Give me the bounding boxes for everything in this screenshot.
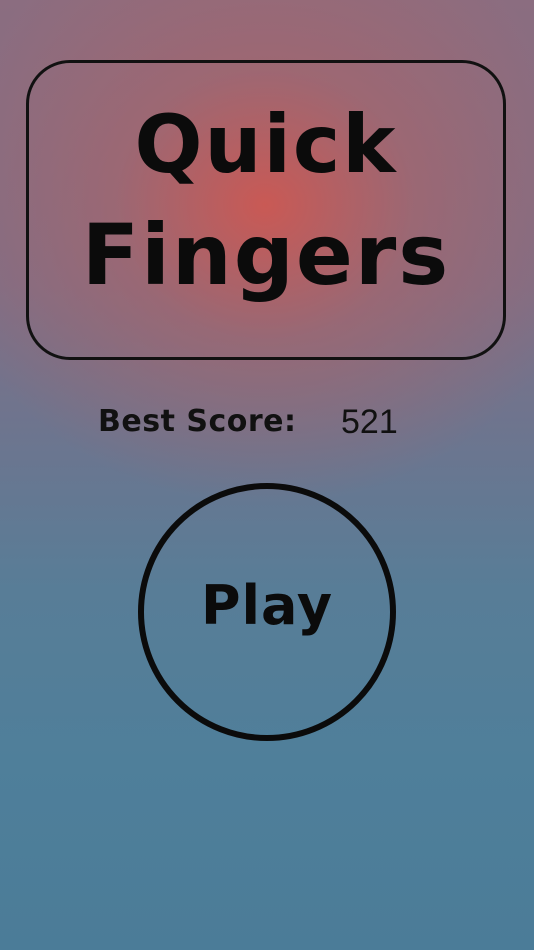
best-score-value: 521: [341, 403, 398, 441]
home-screen: Quick Fingers Best Score: 521 Play: [0, 0, 534, 950]
play-button[interactable]: Play: [138, 483, 396, 741]
best-score-row: Best Score: 521: [0, 402, 534, 446]
title-frame: Quick Fingers: [26, 60, 506, 360]
play-label: Play: [200, 574, 334, 637]
title-line-quick: Quick: [134, 98, 398, 191]
best-score-label: Best Score:: [98, 404, 297, 439]
title-line-fingers: Fingers: [81, 206, 451, 304]
